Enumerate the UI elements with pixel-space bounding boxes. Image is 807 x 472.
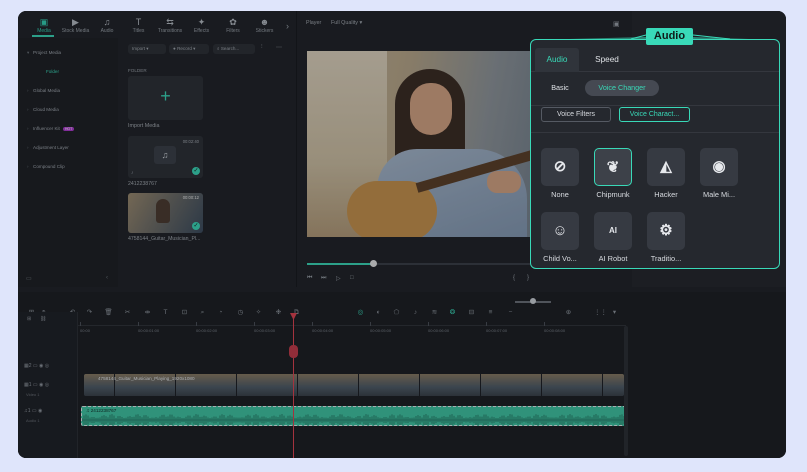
chipmunk-icon: ❦: [606, 159, 620, 176]
divider: [531, 132, 779, 133]
audio-callout: Audio: [646, 28, 693, 45]
voice-child-vo[interactable]: ☺: [541, 212, 579, 250]
ai-robot-icon: AI: [609, 226, 617, 235]
male-minion-icon: ◉: [712, 158, 726, 175]
voice-label: Chipmunk: [596, 190, 630, 199]
traditional-robot-icon: ⚙: [659, 222, 673, 239]
mode-voice-changer[interactable]: Voice Changer: [585, 80, 659, 96]
child-voice-icon: ☺: [552, 222, 568, 239]
voice-ai-robot[interactable]: AI: [594, 212, 632, 250]
voice-label: Traditio...: [650, 254, 682, 263]
subtab-voice-filters[interactable]: Voice Filters: [541, 107, 611, 122]
voice-chipmunk[interactable]: ❦: [594, 148, 632, 186]
voice-hacker[interactable]: ◭: [647, 148, 685, 186]
subtab-voice-characters[interactable]: Voice Charact...: [619, 107, 690, 122]
none-icon: ⊘: [553, 158, 567, 175]
voice-label: AI Robot: [598, 254, 628, 263]
voice-male-mi[interactable]: ◉: [700, 148, 738, 186]
voice-label: Hacker: [654, 190, 678, 199]
voice-label: None: [551, 190, 569, 199]
panel-tab-speed[interactable]: Speed: [585, 48, 629, 72]
divider: [531, 105, 779, 106]
audio-settings-popup: Audio Speed Basic Voice Changer Voice Filt…: [530, 39, 780, 269]
editor-window: ▣ Media ▶ Stock Media ♫ Audio T Titles ⇆ Transiti…: [18, 11, 786, 458]
voice-label: Male Mi...: [702, 190, 736, 199]
voice-traditio[interactable]: ⚙: [647, 212, 685, 250]
mode-basic[interactable]: Basic: [541, 80, 579, 96]
hacker-mask-icon: ◭: [660, 158, 672, 175]
voice-label: Child Vo...: [543, 254, 577, 263]
panel-tab-audio[interactable]: Audio: [535, 48, 579, 72]
voice-none[interactable]: ⊘: [541, 148, 579, 186]
